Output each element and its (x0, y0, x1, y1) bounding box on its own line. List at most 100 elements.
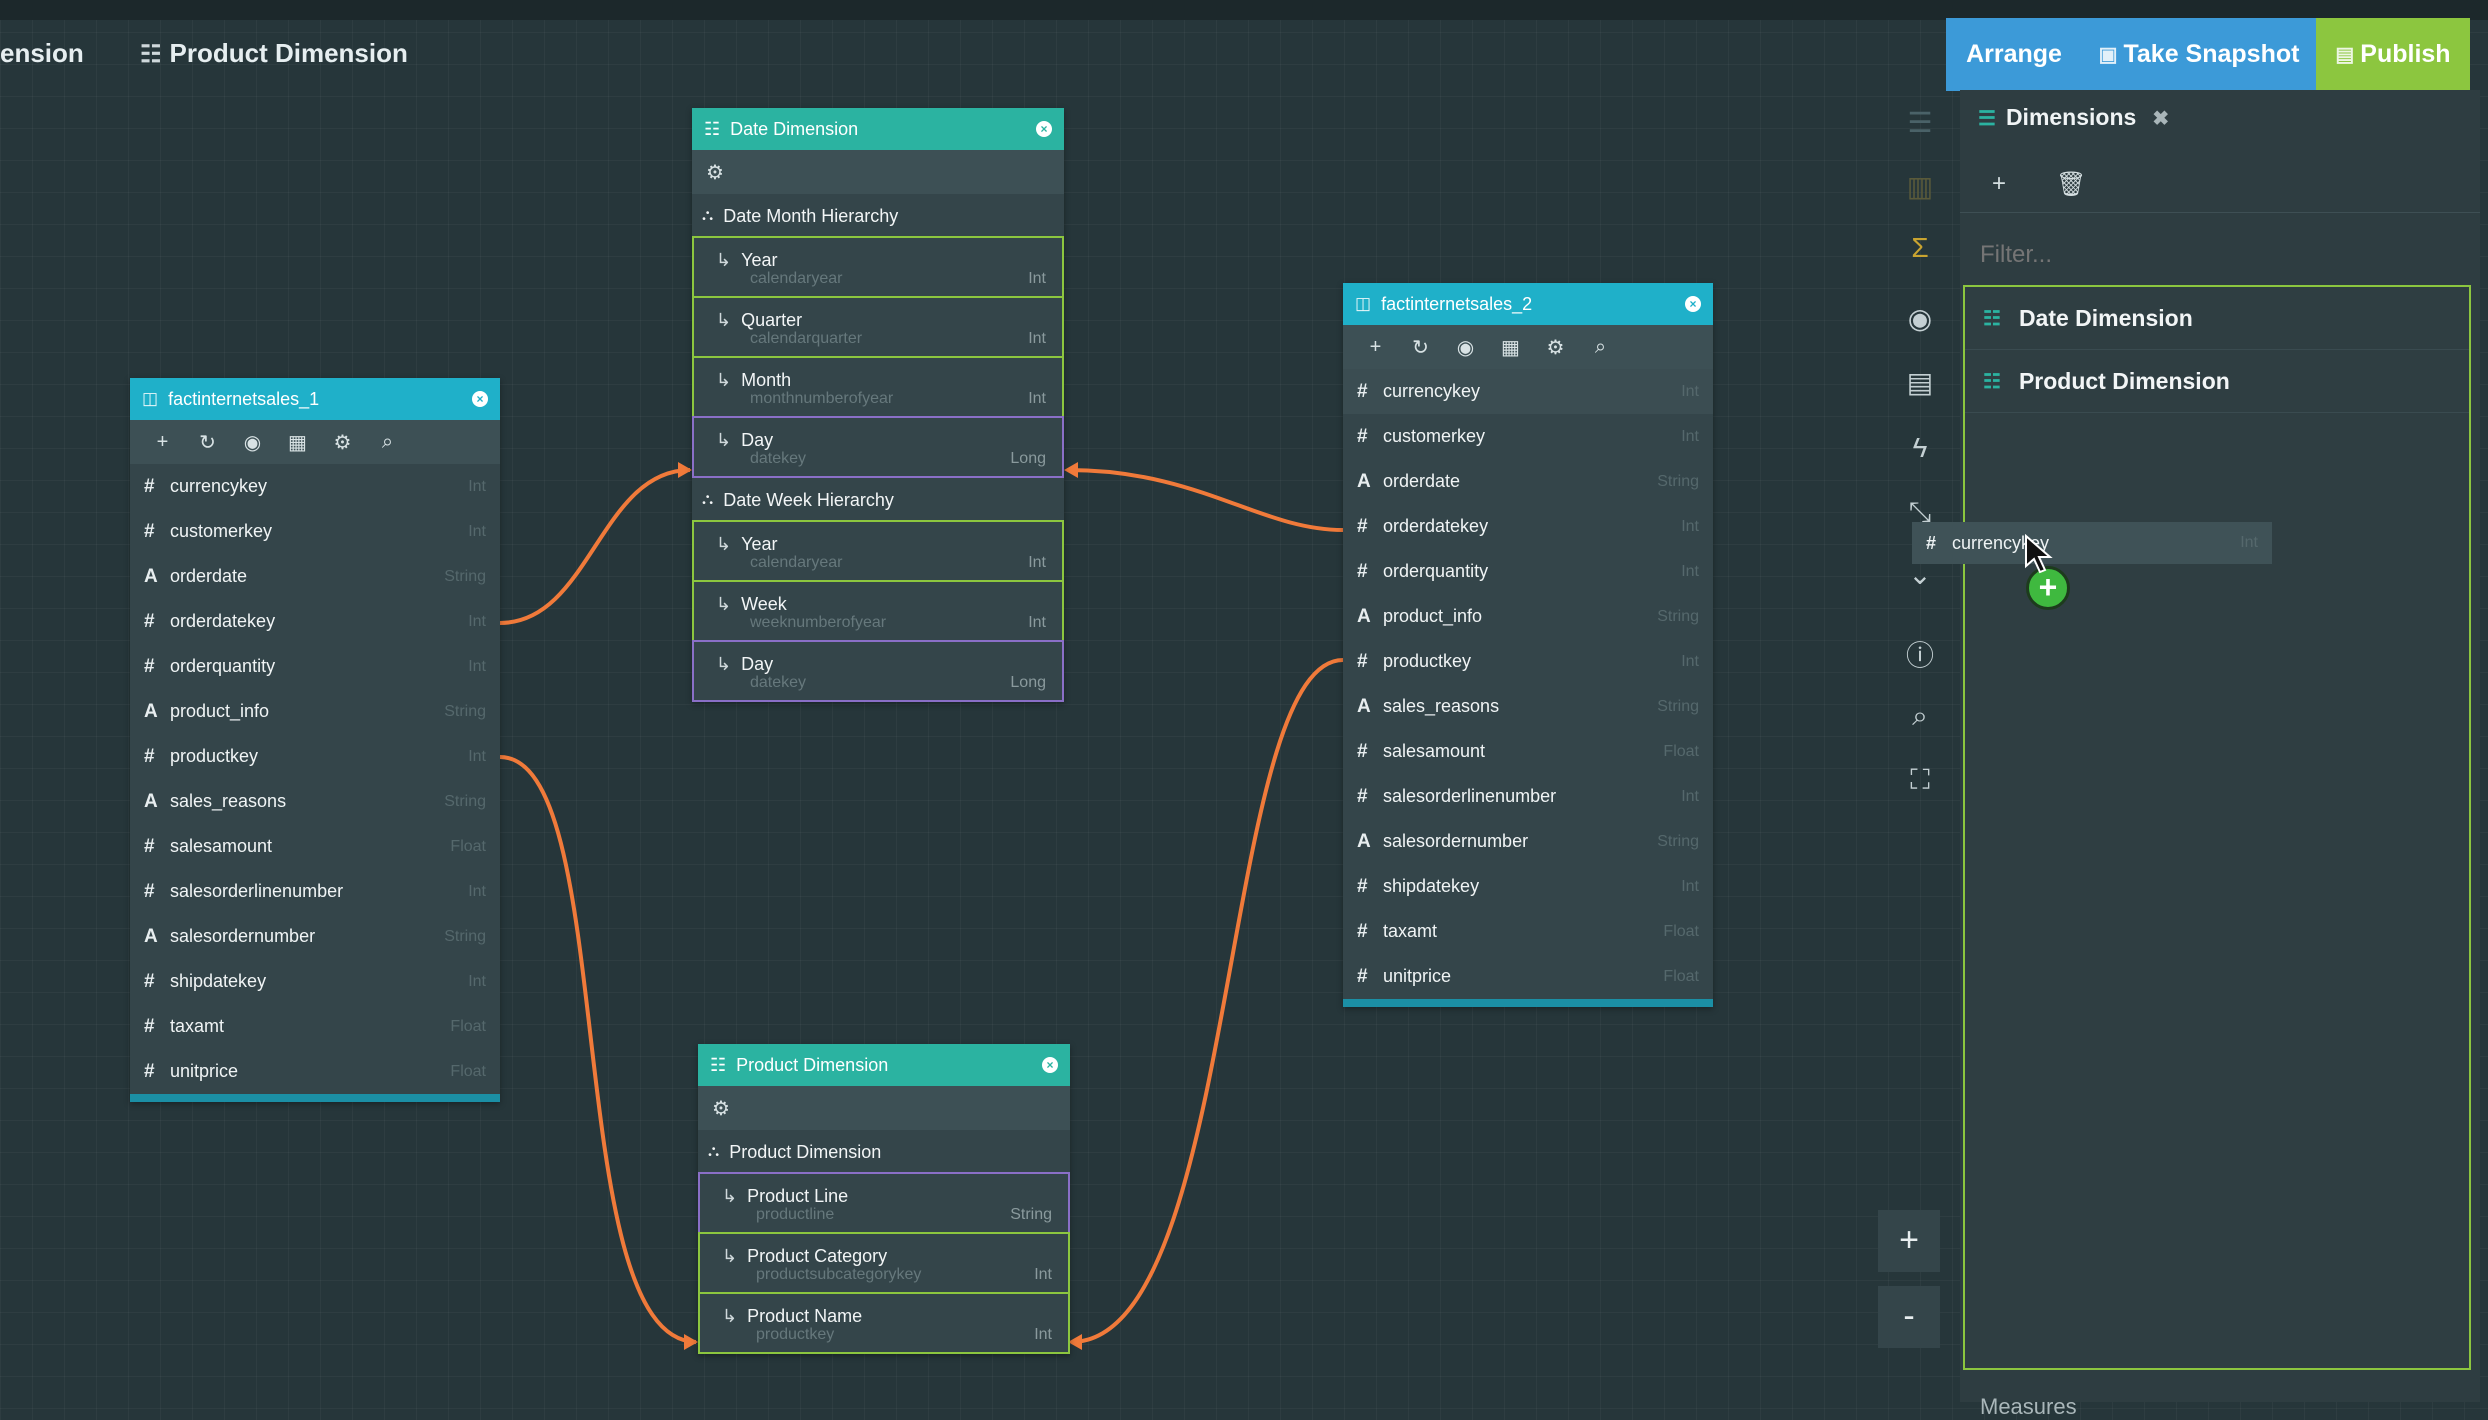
level-name-text: Month (741, 370, 792, 390)
book-icon[interactable]: ▤ (1884, 366, 1956, 399)
eye-icon[interactable]: ◉ (230, 430, 275, 455)
hierarchy-level[interactable]: ↳ Product Line productline String (698, 1172, 1070, 1234)
grid-icon[interactable]: ▦ (275, 430, 320, 455)
add-icon[interactable]: + (140, 431, 185, 454)
fact-table-card-2[interactable]: ◫ factinternetsales_2 × + ↻ ◉ ▦ ⚙ ⌕ # cur… (1343, 283, 1713, 1007)
hierarchy-header[interactable]: ⛬ Date Week Hierarchy (692, 478, 1064, 522)
field-row[interactable]: # salesorderlinenumber Int (130, 869, 500, 914)
zoom-in-button[interactable]: + (1878, 1210, 1940, 1272)
field-row[interactable]: # productkey Int (1343, 639, 1713, 684)
field-row[interactable]: # productkey Int (130, 734, 500, 779)
field-row[interactable]: Aproduct_info String (1343, 594, 1713, 639)
eye-icon[interactable]: ◉ (1443, 335, 1488, 360)
link-productkey2-to-product-name[interactable] (1071, 658, 1344, 1344)
publish-button[interactable]: ▤ Publish (2316, 18, 2470, 91)
hierarchy-level[interactable]: ↳ Year calendaryear Int (692, 236, 1064, 298)
trash-icon[interactable]: 🗑 (2056, 170, 2086, 199)
dragged-field[interactable]: # currencykey Int (1912, 522, 2272, 564)
eye-icon[interactable]: ◉ (1884, 302, 1956, 335)
filter-input[interactable] (1978, 240, 2462, 270)
field-row[interactable]: # orderquantity Int (1343, 549, 1713, 594)
info-icon[interactable]: ⓘ (1884, 634, 1956, 674)
field-row[interactable]: # taxamt Float (130, 1004, 500, 1049)
fact-table-card-1[interactable]: ◫ factinternetsales_1 × + ↻ ◉ ▦ ⚙ ⌕ # cur… (130, 378, 500, 1102)
dimension-drop-zone[interactable]: ☷ Date Dimension ☷ Product Dimension (1963, 285, 2471, 1370)
dimension-header[interactable]: ☷ Date Dimension × (692, 108, 1064, 150)
add-icon[interactable]: + (1353, 336, 1398, 359)
take-snapshot-button[interactable]: ▣ Take Snapshot (2082, 18, 2316, 91)
hierarchy-level[interactable]: ↳ Year calendaryear Int (692, 520, 1064, 582)
field-row[interactable]: # unitprice Float (130, 1049, 500, 1094)
field-row[interactable]: # customerkey Int (130, 509, 500, 554)
level-arrow-icon: ↳ (722, 1186, 738, 1206)
hierarchy-level[interactable]: ↳ Quarter calendarquarter Int (692, 296, 1064, 358)
field-row[interactable]: # taxamt Float (1343, 909, 1713, 954)
hierarchy-level[interactable]: ↳ Product Name productkey Int (698, 1292, 1070, 1354)
field-row[interactable]: # orderquantity Int (130, 644, 500, 689)
hierarchy-level[interactable]: ↳ Day datekey Long (692, 640, 1064, 702)
field-row[interactable]: # orderdatekey Int (130, 599, 500, 644)
search-icon[interactable]: ⌕ (365, 431, 410, 454)
zoom-out-button[interactable]: - (1878, 1286, 1940, 1348)
hierarchy-header[interactable]: ⛬ Date Month Hierarchy (692, 194, 1064, 238)
text-type-icon: A (1357, 695, 1371, 717)
hierarchy-level[interactable]: ↳ Month monthnumberofyear Int (692, 356, 1064, 418)
sigma-icon[interactable]: Σ (1884, 232, 1956, 264)
field-row[interactable]: # salesorderlinenumber Int (1343, 774, 1713, 819)
close-icon[interactable]: × (472, 391, 488, 407)
lightning-icon[interactable]: ϟ (1884, 432, 1956, 464)
hierarchy-header[interactable]: ⛬ Product Dimension (698, 1130, 1070, 1174)
field-row[interactable]: Asalesordernumber String (130, 914, 500, 959)
field-row[interactable]: # salesamount Float (130, 824, 500, 869)
field-row[interactable]: Asalesordernumber String (1343, 819, 1713, 864)
level-arrow-icon: ↳ (716, 594, 732, 614)
field-row[interactable]: Asales_reasons String (1343, 684, 1713, 729)
bar-chart-icon[interactable]: ▥ (1884, 170, 1956, 203)
gear-icon[interactable]: ⚙ (1533, 335, 1578, 360)
dimension-item-date[interactable]: ☷ Date Dimension (1965, 287, 2469, 350)
close-icon[interactable]: × (1042, 1057, 1058, 1073)
field-row[interactable]: # salesamount Float (1343, 729, 1713, 774)
hierarchy-level[interactable]: ↳ Day datekey Long (692, 416, 1064, 478)
link-productkey-to-product-name[interactable] (499, 755, 697, 1344)
dimension-list-icon[interactable]: ☰ (1884, 106, 1956, 139)
link-orderdatekey2-to-date-day[interactable] (1067, 468, 1344, 532)
product-dimension-card[interactable]: ☷ Product Dimension × ⚙ ⛬ Product Dimensi… (698, 1044, 1070, 1354)
field-row[interactable]: # customerkey Int (1343, 414, 1713, 459)
fit-screen-icon[interactable]: ⛶ (1884, 764, 1956, 797)
measures-section-header[interactable]: Measures (1980, 1394, 2077, 1420)
gear-icon[interactable]: ⚙ (708, 1096, 734, 1121)
field-row[interactable]: Aproduct_info String (130, 689, 500, 734)
search-icon[interactable]: ⌕ (1884, 700, 1956, 733)
field-row[interactable]: # currencykey Int (1343, 369, 1713, 414)
close-icon[interactable]: × (1036, 121, 1052, 137)
gear-icon[interactable]: ⚙ (320, 430, 365, 455)
search-icon[interactable]: ⌕ (1578, 336, 1623, 359)
close-icon[interactable]: ✖ (2152, 108, 2169, 130)
field-row[interactable]: # shipdatekey Int (1343, 864, 1713, 909)
hierarchy-level[interactable]: ↳ Product Category productsubcategorykey In… (698, 1232, 1070, 1294)
hash-icon: # (1357, 920, 1368, 942)
field-row[interactable]: Aorderdate String (130, 554, 500, 599)
link-orderdatekey-to-date-day[interactable] (499, 468, 691, 625)
refresh-icon[interactable]: ↻ (185, 430, 230, 455)
fact-table-header[interactable]: ◫ factinternetsales_2 × (1343, 283, 1713, 325)
hierarchy-level[interactable]: ↳ Week weeknumberofyear Int (692, 580, 1064, 642)
field-type: Int (1681, 427, 1699, 445)
field-row[interactable]: # unitprice Float (1343, 954, 1713, 999)
grid-icon[interactable]: ▦ (1488, 335, 1533, 360)
date-dimension-card[interactable]: ☷ Date Dimension × ⚙ ⛬ Date Month Hierarc… (692, 108, 1064, 702)
add-icon[interactable]: + (1992, 170, 2006, 198)
gear-icon[interactable]: ⚙ (702, 160, 728, 185)
fact-table-header[interactable]: ◫ factinternetsales_1 × (130, 378, 500, 420)
dimension-item-product[interactable]: ☷ Product Dimension (1965, 350, 2469, 413)
field-row[interactable]: Aorderdate String (1343, 459, 1713, 504)
field-row[interactable]: Asales_reasons String (130, 779, 500, 824)
refresh-icon[interactable]: ↻ (1398, 335, 1443, 360)
field-row[interactable]: # orderdatekey Int (1343, 504, 1713, 549)
dimension-header[interactable]: ☷ Product Dimension × (698, 1044, 1070, 1086)
field-row[interactable]: # shipdatekey Int (130, 959, 500, 1004)
close-icon[interactable]: × (1685, 296, 1701, 312)
field-row[interactable]: # currencykey Int (130, 464, 500, 509)
arrange-button[interactable]: Arrange (1946, 18, 2082, 91)
